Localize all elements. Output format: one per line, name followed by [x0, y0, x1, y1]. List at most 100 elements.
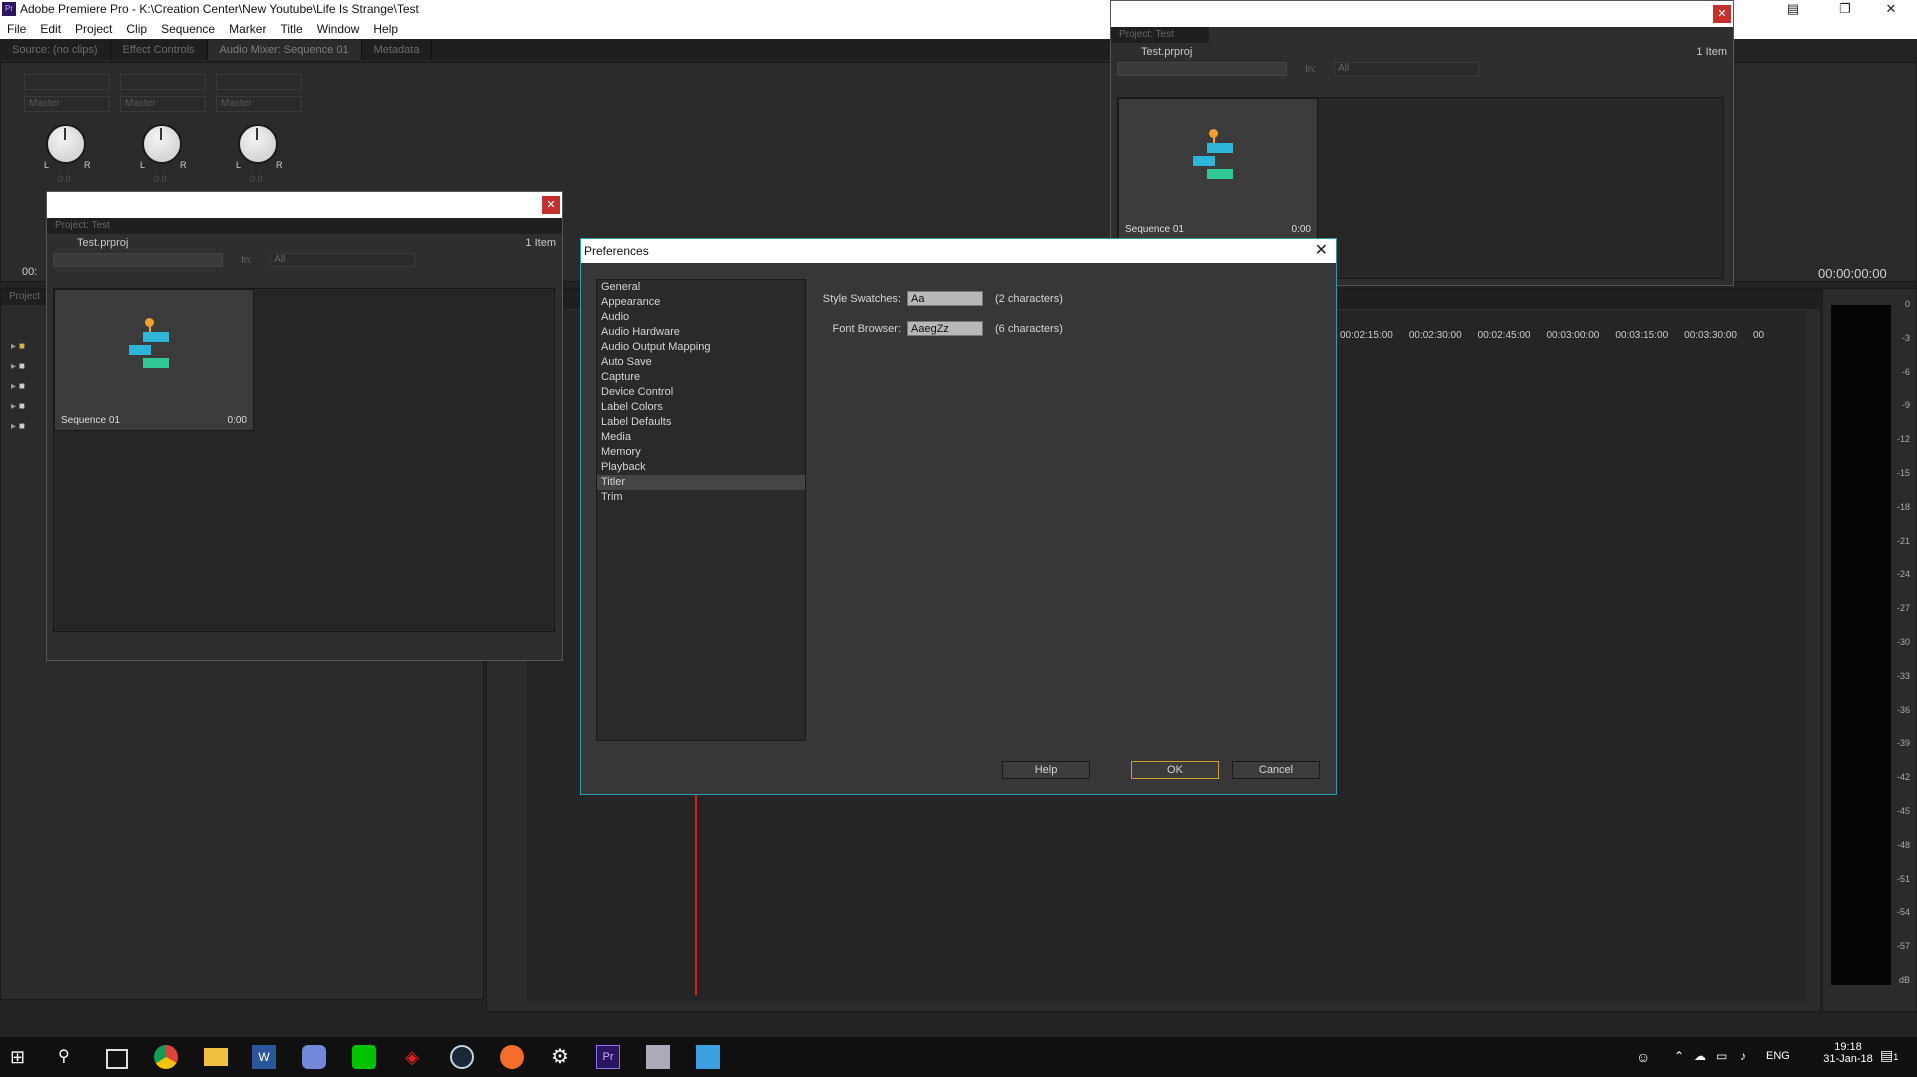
close-icon[interactable]: ✕	[1713, 5, 1731, 23]
close-window-button[interactable]: ✕	[1868, 0, 1914, 18]
project-file-name: Test.prproj	[77, 237, 129, 249]
track-1-output[interactable]: Master	[24, 96, 110, 112]
language-indicator[interactable]: ENG	[1766, 1050, 1790, 1062]
category-playback[interactable]: Playback	[597, 460, 805, 475]
folder-icon: ■	[18, 361, 25, 372]
folder-item[interactable]: ▸ ■	[11, 417, 25, 437]
menu-sequence[interactable]: Sequence	[154, 22, 222, 36]
project-search-row: In: All	[47, 252, 562, 268]
line-icon[interactable]	[352, 1045, 376, 1069]
help-button[interactable]: Help	[1002, 761, 1090, 779]
project-tab[interactable]: Project: Test	[1111, 27, 1209, 43]
clock[interactable]: 19:18 31-Jan-18	[1818, 1041, 1878, 1065]
people-icon[interactable]: ☺	[1636, 1049, 1650, 1065]
style-swatches-input[interactable]: Aa	[907, 291, 983, 306]
folder-item[interactable]: ▸ ■	[11, 377, 25, 397]
origin-icon[interactable]	[500, 1045, 524, 1069]
program-timecode: 00:00:00:00	[1818, 266, 1887, 281]
word-icon[interactable]: W	[252, 1045, 276, 1069]
project-tab[interactable]: Project: Test	[47, 218, 562, 234]
playhead-line[interactable]	[695, 795, 697, 995]
close-icon[interactable]: ✕	[542, 196, 560, 214]
folder-item[interactable]: ▸ ■	[11, 357, 25, 377]
category-capture[interactable]: Capture	[597, 370, 805, 385]
menu-title[interactable]: Title	[273, 22, 309, 36]
category-audio-hardware[interactable]: Audio Hardware	[597, 325, 805, 340]
steam-icon[interactable]	[450, 1045, 474, 1069]
chrome-icon[interactable]	[154, 1045, 178, 1069]
category-label-colors[interactable]: Label Colors	[597, 400, 805, 415]
menu-edit[interactable]: Edit	[33, 22, 68, 36]
search-input[interactable]	[53, 253, 223, 267]
menu-clip[interactable]: Clip	[119, 22, 154, 36]
network-icon[interactable]: ▭	[1716, 1049, 1727, 1063]
in-dropdown[interactable]: All	[1334, 62, 1480, 76]
category-trim[interactable]: Trim	[597, 490, 805, 505]
track-1-dropdown[interactable]	[24, 74, 110, 90]
track-3-pan-knob[interactable]	[238, 124, 278, 164]
font-browser-row: Font Browser: AaegZz (6 characters)	[811, 321, 1063, 336]
category-memory[interactable]: Memory	[597, 445, 805, 460]
menu-help[interactable]: Help	[366, 22, 405, 36]
project-content[interactable]: Sequence 01 0:00	[53, 288, 555, 632]
meter-scale-label: -57	[1896, 941, 1910, 952]
folder-icon: ■	[18, 381, 25, 392]
sequence-thumbnail[interactable]: Sequence 01 0:00	[1118, 98, 1318, 240]
track-3-dropdown[interactable]	[216, 74, 302, 90]
category-appearance[interactable]: Appearance	[597, 295, 805, 310]
tab-effect-controls[interactable]: Effect Controls	[111, 40, 208, 60]
font-browser-input[interactable]: AaegZz	[907, 321, 983, 336]
ruler-time: 00:02:30:00	[1408, 330, 1462, 341]
razer-icon[interactable]: ◈	[400, 1045, 424, 1069]
in-dropdown[interactable]: All	[270, 253, 416, 267]
category-media[interactable]: Media	[597, 430, 805, 445]
menu-window[interactable]: Window	[310, 22, 367, 36]
menu-project[interactable]: Project	[68, 22, 119, 36]
windows-start-icon[interactable]: ⊞	[10, 1045, 34, 1069]
tab-source[interactable]: Source: (no clips)	[0, 40, 111, 60]
app-icon[interactable]	[646, 1045, 670, 1069]
monitor-icon[interactable]: ▤	[1770, 0, 1816, 18]
track-2-pan-knob[interactable]	[142, 124, 182, 164]
cloud-icon[interactable]: ☁	[1694, 1049, 1706, 1063]
task-view-icon[interactable]	[106, 1049, 128, 1069]
folder-item[interactable]: ▸ ■	[11, 397, 25, 417]
track-1-pan-knob[interactable]	[46, 124, 86, 164]
settings-icon[interactable]: ⚙	[548, 1045, 572, 1069]
category-label-defaults[interactable]: Label Defaults	[597, 415, 805, 430]
app-icon[interactable]	[696, 1045, 720, 1069]
folder-item[interactable]: ▸ ■	[11, 337, 25, 357]
file-explorer-icon[interactable]	[204, 1048, 228, 1066]
notification-icon[interactable]: ▤1	[1880, 1047, 1898, 1064]
meter-scale-label: -54	[1896, 907, 1910, 918]
premiere-icon[interactable]: Pr	[596, 1045, 620, 1069]
category-device-control[interactable]: Device Control	[597, 385, 805, 400]
menu-marker[interactable]: Marker	[222, 22, 273, 36]
meter-scale-label: -42	[1896, 772, 1910, 783]
restore-button[interactable]: ❐	[1822, 0, 1868, 18]
sequence-thumbnail[interactable]: Sequence 01 0:00	[54, 289, 254, 431]
track-3-pan-value: 0.0	[250, 174, 263, 184]
category-general[interactable]: General	[597, 280, 805, 295]
search-input[interactable]	[1117, 62, 1287, 76]
volume-icon[interactable]: ♪	[1740, 1049, 1746, 1063]
chevron-up-icon[interactable]: ⌃	[1674, 1049, 1684, 1063]
tab-metadata[interactable]: Metadata	[362, 40, 433, 60]
timeline-ruler[interactable]: 00:02:15:00 00:02:30:00 00:02:45:00 00:0…	[1340, 330, 1810, 350]
ok-button[interactable]: OK	[1131, 761, 1219, 779]
menu-file[interactable]: File	[0, 22, 33, 36]
category-audio[interactable]: Audio	[597, 310, 805, 325]
category-titler[interactable]: Titler	[597, 475, 805, 490]
project-header: Test.prproj 1 Item	[1111, 43, 1733, 61]
track-2-output[interactable]: Master	[120, 96, 206, 112]
cancel-button[interactable]: Cancel	[1232, 761, 1320, 779]
track-3-output[interactable]: Master	[216, 96, 302, 112]
track-2-dropdown[interactable]	[120, 74, 206, 90]
search-icon[interactable]: ⚲	[58, 1045, 82, 1069]
category-audio-output-mapping[interactable]: Audio Output Mapping	[597, 340, 805, 355]
project-file-name: Test.prproj	[1141, 46, 1193, 58]
tab-audio-mixer[interactable]: Audio Mixer: Sequence 01	[207, 40, 362, 60]
category-auto-save[interactable]: Auto Save	[597, 355, 805, 370]
close-icon[interactable]: ✕	[1315, 239, 1328, 263]
discord-icon[interactable]	[302, 1045, 326, 1069]
